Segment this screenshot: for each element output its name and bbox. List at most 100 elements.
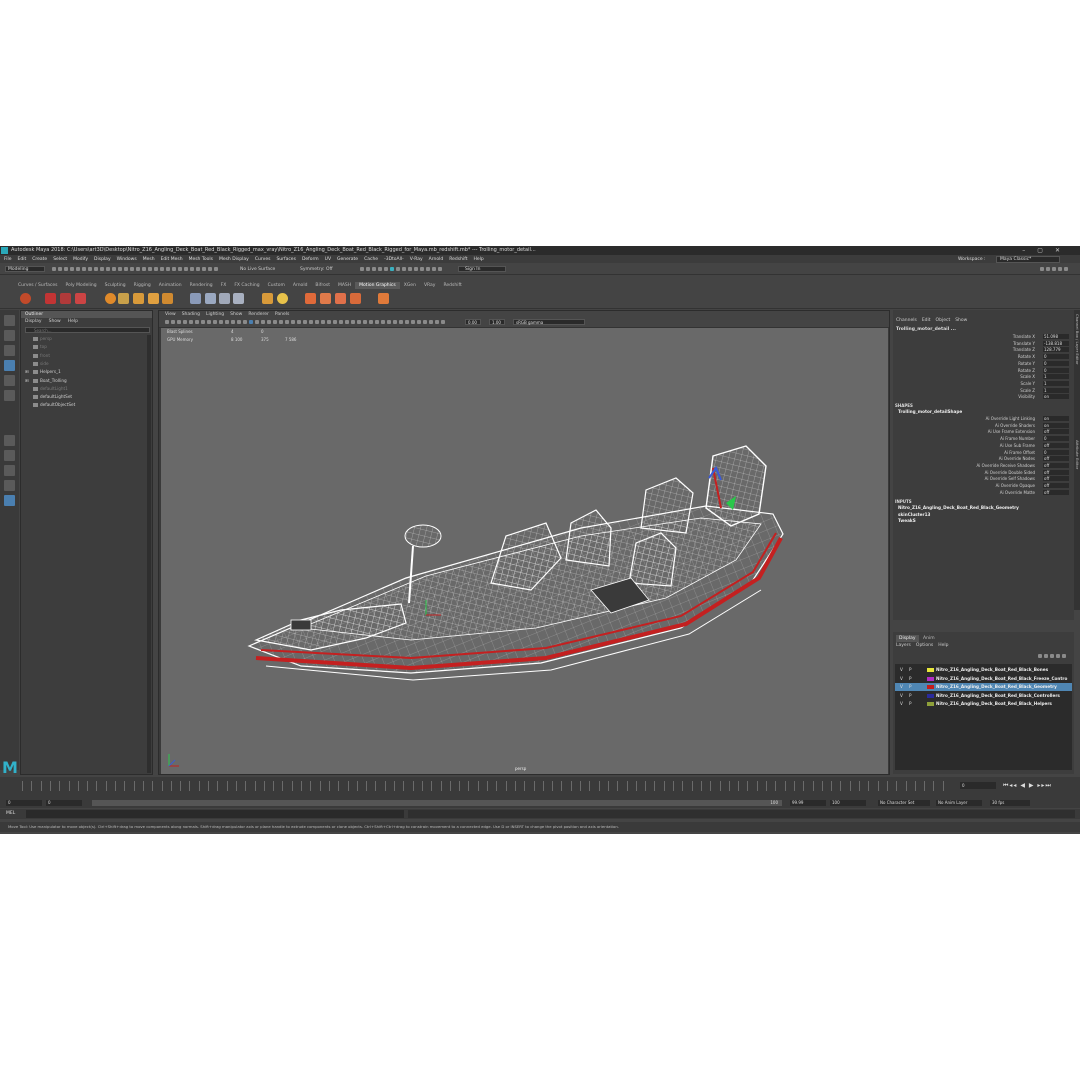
side-tab-channel-box[interactable]: Channel Box / Layer Editor: [1074, 314, 1080, 365]
menu-item[interactable]: Windows: [117, 257, 137, 262]
panel-toggle-icons[interactable]: [1040, 267, 1070, 272]
layer-editor-menu-item[interactable]: Options: [916, 643, 933, 648]
shelf-tab[interactable]: FX: [217, 282, 231, 289]
attribute-value-field[interactable]: 0: [1043, 360, 1069, 366]
shelf-tab[interactable]: Rendering: [186, 282, 217, 289]
layer-row[interactable]: V P Nitro_Z16_Angling_Deck_Boat_Red_Black_…: [895, 666, 1072, 674]
outliner-item[interactable]: ⊞ Boat_Trolling: [21, 377, 152, 385]
3d-viewport[interactable]: Blast Splines 4 0 GPU Memory 8 100 375 7…: [161, 328, 888, 774]
outliner-item[interactable]: defaultLight1: [21, 385, 152, 393]
shelf-tab[interactable]: Bifrost: [311, 282, 334, 289]
channel-attribute[interactable]: Scale X 1: [893, 374, 1071, 380]
attribute-value-field[interactable]: -138.818: [1043, 340, 1069, 346]
menu-item[interactable]: Generate: [337, 257, 358, 262]
channel-box-menu-item[interactable]: Object: [936, 318, 951, 323]
menu-item[interactable]: UV: [325, 257, 331, 262]
menu-item[interactable]: Create: [32, 257, 47, 262]
attribute-value-field[interactable]: 1: [1043, 387, 1069, 393]
layer-playback-toggle[interactable]: P: [909, 700, 912, 708]
viewport-menu-item[interactable]: Renderer: [248, 312, 269, 317]
four-view-icon[interactable]: [4, 450, 15, 461]
layer-editor-menu-item[interactable]: Layers: [896, 643, 911, 648]
playback-end-field[interactable]: 99.99: [790, 800, 826, 806]
attribute-value-field[interactable]: off: [1043, 476, 1069, 482]
sign-in-button[interactable]: Sign In: [458, 266, 506, 272]
outliner-item[interactable]: side: [21, 360, 152, 368]
motion-graphics-icon[interactable]: [20, 293, 31, 304]
range-bar[interactable]: 100: [92, 800, 782, 806]
live-surface-field[interactable]: No Live Surface: [240, 267, 275, 272]
outliner-item[interactable]: defaultLightSet: [21, 393, 152, 401]
menu-item[interactable]: Mesh Display: [219, 257, 249, 262]
layer-tool-icons[interactable]: [1038, 654, 1068, 660]
statusline-tool-icons[interactable]: [52, 267, 220, 272]
persp-graph-icon[interactable]: [4, 480, 15, 491]
persp-outliner-icon[interactable]: [4, 465, 15, 476]
outliner-item[interactable]: front: [21, 352, 152, 360]
shelf-tab[interactable]: Custom: [264, 282, 289, 289]
attribute-value-field[interactable]: off: [1043, 489, 1069, 495]
menu-item[interactable]: Help: [474, 257, 484, 262]
viewport-tool-icons[interactable]: [165, 318, 447, 324]
shelf-tab[interactable]: Sculpting: [101, 282, 130, 289]
menu-item[interactable]: Deform: [302, 257, 319, 262]
layer-visibility-toggle[interactable]: V: [900, 683, 903, 691]
channel-attribute[interactable]: Ai Override Double Sided off: [893, 469, 1071, 476]
attribute-value-field[interactable]: 0: [1043, 367, 1069, 373]
move-tool-icon[interactable]: [4, 360, 15, 371]
deform-icon[interactable]: [190, 293, 201, 304]
cloth-icon[interactable]: [320, 293, 331, 304]
effect-icon[interactable]: [262, 293, 273, 304]
shelf-tab[interactable]: Motion Graphics: [355, 282, 400, 289]
distribute-icon[interactable]: [118, 293, 129, 304]
viewport-menu-item[interactable]: Shading: [182, 312, 200, 317]
attribute-value-field[interactable]: 0: [1043, 449, 1069, 455]
layer-color-swatch[interactable]: [927, 685, 934, 689]
text-tool-icon[interactable]: [45, 293, 56, 304]
gamma-field[interactable]: 1.00: [489, 319, 505, 325]
attribute-value-field[interactable]: off: [1043, 456, 1069, 462]
channel-attribute[interactable]: Visibility on: [893, 394, 1071, 400]
channel-attribute[interactable]: Rotate X 0: [893, 354, 1071, 360]
attribute-value-field[interactable]: on: [1043, 422, 1069, 428]
start-time-field[interactable]: 0: [6, 800, 42, 806]
attribute-value-field[interactable]: 1: [1043, 374, 1069, 380]
channel-attribute[interactable]: Ai Use Sub Frame off: [893, 442, 1071, 449]
layer-visibility-toggle[interactable]: V: [900, 675, 903, 683]
expand-icon[interactable]: ⊞: [25, 377, 29, 385]
menu-item[interactable]: Mesh Tools: [189, 257, 213, 262]
mash-network-icon[interactable]: [105, 293, 116, 304]
single-view-icon[interactable]: [4, 435, 15, 446]
channel-attribute[interactable]: Translate Z 128.779: [893, 347, 1071, 353]
side-tab-attribute-editor[interactable]: Attribute Editor: [1074, 440, 1080, 469]
current-frame-field[interactable]: 0: [960, 782, 996, 789]
viewport-menu-item[interactable]: Panels: [275, 312, 289, 317]
channel-attribute[interactable]: Scale Y 1: [893, 380, 1071, 387]
shelf-tab[interactable]: VRay: [420, 282, 440, 289]
scale-tool-icon[interactable]: [4, 390, 15, 401]
layer-editor-menu-item[interactable]: Help: [938, 643, 948, 648]
channel-attribute[interactable]: Ai Override Opaque off: [893, 483, 1071, 489]
outliner-menu-item[interactable]: Help: [68, 319, 78, 324]
menu-item[interactable]: V-Ray: [410, 257, 423, 262]
end-time-field[interactable]: 100: [830, 800, 866, 806]
workspace-dropdown[interactable]: Maya Classic*: [995, 256, 1061, 263]
select-tool-icon[interactable]: [4, 315, 15, 326]
menu-item[interactable]: Arnold: [429, 257, 444, 262]
menu-item[interactable]: Edit: [18, 257, 27, 262]
field-icon[interactable]: [350, 293, 361, 304]
attribute-value-field[interactable]: 0: [1043, 354, 1069, 360]
outliner-search-input[interactable]: Search...: [25, 327, 150, 333]
layer-row[interactable]: V P Nitro_Z16_Angling_Deck_Boat_Red_Black_…: [895, 675, 1072, 683]
outliner-item[interactable]: persp: [21, 335, 152, 343]
attribute-value-field[interactable]: off: [1043, 462, 1069, 468]
layer-visibility-toggle[interactable]: V: [900, 700, 903, 708]
boat-wireframe-model[interactable]: [161, 328, 888, 774]
menu-item[interactable]: Cache: [364, 257, 378, 262]
channel-box-menu-item[interactable]: Show: [955, 318, 967, 323]
outliner-menu-item[interactable]: Display: [25, 319, 42, 324]
attribute-value-field[interactable]: 1: [1043, 380, 1069, 386]
channel-attribute[interactable]: Ai Override Receive Shadows off: [893, 462, 1071, 469]
tab-display[interactable]: Display: [896, 635, 919, 642]
deform-bend-icon[interactable]: [205, 293, 216, 304]
